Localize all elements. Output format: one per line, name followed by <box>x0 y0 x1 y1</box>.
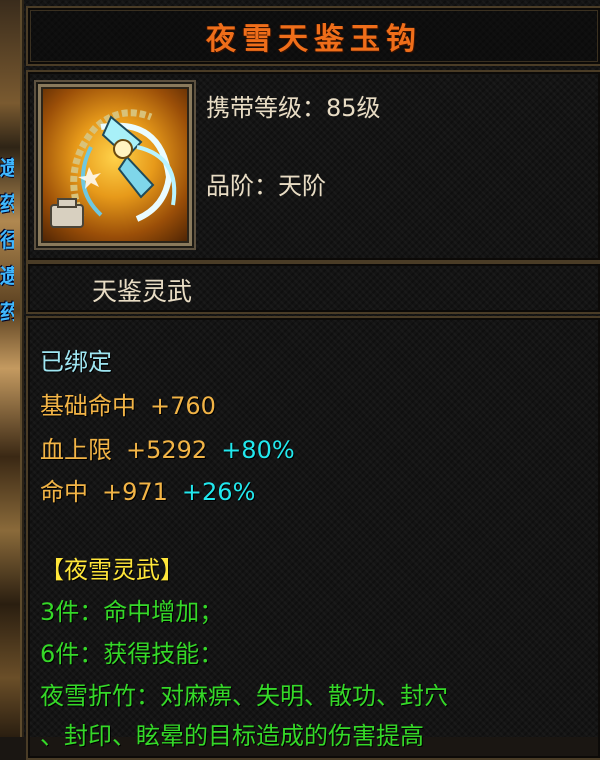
grade-value: 天阶 <box>278 172 326 200</box>
item-title-bar: 夜雪天鉴玉钩 <box>26 6 600 66</box>
bound-status: 已绑定 <box>40 348 112 376</box>
stat-base-hit: 基础命中 +760 <box>40 386 216 421</box>
item-name: 夜雪天鉴玉钩 <box>206 22 422 57</box>
item-details: 已绑定 基础命中 +760 血上限 +5292 +80% 命中 +971 +26% 【夜雪… <box>26 316 600 760</box>
carry-level-value: 85级 <box>326 94 381 122</box>
item-header: 携带等级：85级 品阶：天阶 <box>26 70 600 262</box>
background-char: 径 <box>0 228 14 252</box>
set-bonus-6: 6件：获得技能： <box>40 640 224 668</box>
skill-description-line-1: 夜雪折竹：对麻痹、失明、散功、封穴 <box>40 682 448 710</box>
stat-hp: 血上限 +5292 +80% <box>40 430 295 465</box>
hook-weapon-icon[interactable] <box>38 84 192 246</box>
background-char: 药 <box>0 192 14 216</box>
stat-hit: 命中 +971 +26% <box>40 472 255 507</box>
carry-level: 携带等级：85级 <box>206 88 381 123</box>
skill-description-line-2: 、封印、眩晕的目标造成的伤害提高 <box>40 722 424 750</box>
item-tooltip: 夜雪天鉴玉钩 携带等级：85级 品阶：天阶 天鉴灵武 已绑定 基础命中 +760… <box>20 0 600 760</box>
stat-percent: +80% <box>221 436 295 464</box>
set-name: 天鉴灵武 <box>92 277 193 306</box>
stat-value: +760 <box>150 392 216 420</box>
stat-value: +971 <box>102 478 168 506</box>
carry-level-label: 携带等级： <box>206 94 326 122</box>
stat-percent: +26% <box>181 478 256 506</box>
set-name-bar: 天鉴灵武 <box>26 262 600 314</box>
item-grade: 品阶：天阶 <box>206 166 326 201</box>
set-header: 【夜雪灵武】 <box>40 556 184 584</box>
background-char: 遗 <box>0 264 14 288</box>
background-char: 药 <box>0 300 14 324</box>
stat-label: 命中 <box>40 478 88 506</box>
stat-label: 基础命中 <box>40 392 136 420</box>
grade-label: 品阶： <box>206 172 278 200</box>
background-char: 遗 <box>0 156 14 180</box>
hook-weapon-icon-art <box>50 109 177 228</box>
stat-label: 血上限 <box>40 436 112 464</box>
stat-value: +5292 <box>126 436 208 464</box>
background-side-text: 遗 药 径 遗 药 <box>0 150 14 330</box>
game-background-strip: 遗 药 径 遗 药 <box>0 0 22 737</box>
set-bonus-3: 3件：命中增加； <box>40 598 224 626</box>
